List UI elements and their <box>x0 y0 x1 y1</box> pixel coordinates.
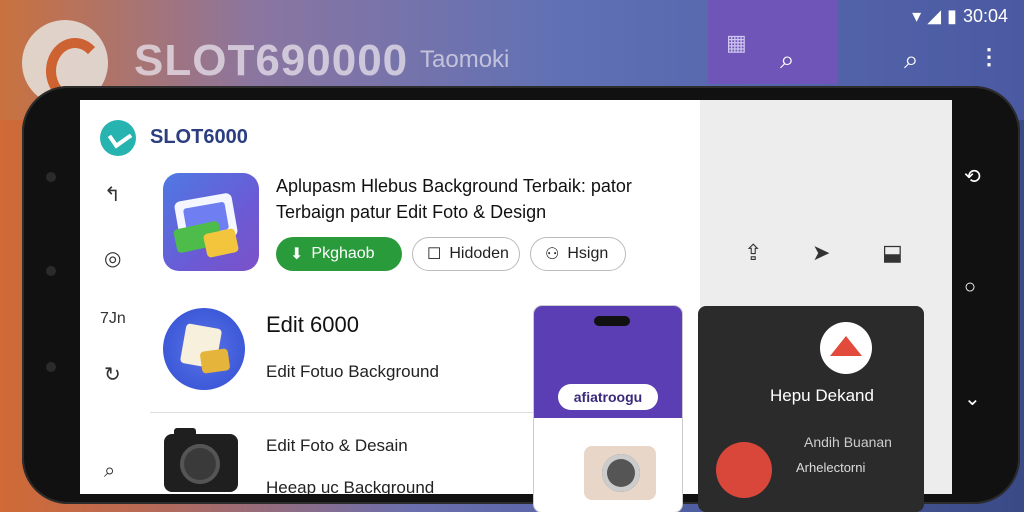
banner-brand: SLOT690000 <box>134 36 409 85</box>
preview-pill: afiatroogu <box>558 384 658 410</box>
camera-icon <box>584 446 656 500</box>
logo-icon <box>820 322 872 374</box>
app-logo-icon <box>100 120 136 156</box>
search-icon[interactable]: ⌕ <box>104 460 115 483</box>
banner-subtitle: Taomoki <box>420 46 510 73</box>
wifi-icon: ▾ <box>912 6 922 26</box>
app-card-title-line2: Terbaign patur Edit Foto & Design <box>276 202 547 222</box>
search-icon[interactable]: ⌕ <box>780 44 795 76</box>
phone-side <box>46 86 74 504</box>
save-icon[interactable]: ⬓ <box>882 240 903 266</box>
preview-title: Hepu Dekand <box>770 386 874 405</box>
edit-app-icon[interactable] <box>163 308 245 390</box>
layer-icon <box>202 227 240 259</box>
app-icon[interactable] <box>163 173 259 271</box>
grid-icon: ▦ <box>726 30 747 55</box>
sidebar-label: 7Jn <box>100 310 126 327</box>
clock: 30:04 <box>962 6 1008 26</box>
battery-icon: ▮ <box>947 6 957 26</box>
camera-dot <box>46 266 56 276</box>
preview-card-dark[interactable]: Hepu Dekand Andih Buanan Arhelectorni <box>698 306 924 512</box>
item-subtitle: Heeap uc Background <box>266 478 435 494</box>
hidden-button[interactable]: ☐ Hidoden <box>412 237 520 271</box>
preview-subtitle-2: Arhelectorni <box>796 460 866 475</box>
download-label: Pkghaob <box>311 245 375 262</box>
back-icon[interactable]: ↰ <box>104 182 121 207</box>
status-bar: ▾ ◢ ▮ 30:04 <box>912 6 1008 27</box>
red-logo-icon <box>716 442 772 498</box>
refresh-icon[interactable]: ↻ <box>104 362 121 387</box>
item-title[interactable]: Edit Foto & Desain <box>266 436 408 456</box>
back-nav-icon[interactable]: ⟲ <box>964 164 981 189</box>
camera-dot <box>46 172 56 182</box>
camera-app-icon[interactable] <box>164 428 238 492</box>
download-button[interactable]: ⬇ Pkghaob <box>276 237 402 271</box>
home-nav-icon[interactable]: ○ <box>964 276 976 299</box>
recent-nav-icon[interactable]: ⌄ <box>964 386 981 411</box>
camera-icon[interactable]: ◎ <box>104 246 121 271</box>
square-icon: ☐ <box>427 246 442 263</box>
hidden-label: Hidoden <box>449 245 509 262</box>
purple-panel: ▦ <box>708 0 838 84</box>
design-label: Hsign <box>567 245 609 262</box>
search-icon-secondary[interactable]: ⌕ <box>904 44 919 76</box>
app-title: SLOT6000 <box>150 126 248 148</box>
signal-icon: ◢ <box>927 6 942 26</box>
send-icon[interactable]: ➤ <box>812 240 830 266</box>
download-icon: ⬇ <box>290 246 304 263</box>
design-button[interactable]: ⚇ Hsign <box>530 237 626 271</box>
preview-subtitle: Andih Buanan <box>804 434 892 450</box>
app-card-title-line1: Aplupasm Hlebus Background Terbaik: pato… <box>276 176 632 196</box>
camera-dot <box>46 362 56 372</box>
item-subtitle: Edit Fotuo Background <box>266 362 439 381</box>
phone-notch <box>594 316 630 326</box>
more-icon[interactable]: ⋮ <box>978 44 1000 70</box>
preview-card-purple[interactable]: afiatroogu <box>534 306 682 512</box>
share-icon[interactable]: ⇪ <box>744 240 762 266</box>
user-icon: ⚇ <box>545 246 560 263</box>
item-title[interactable]: Edit 6000 <box>266 312 359 338</box>
